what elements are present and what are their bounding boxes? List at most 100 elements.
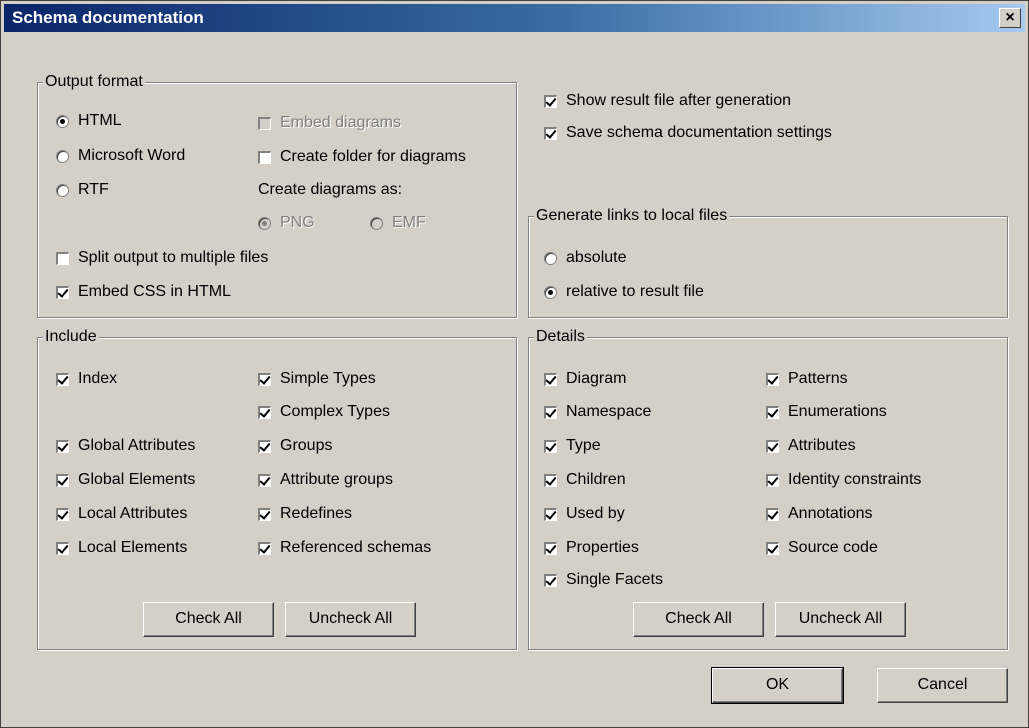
radio-png[interactable]: PNG (258, 213, 315, 233)
create-folder-label: Create folder for diagrams (280, 148, 466, 165)
create-folder-checkbox[interactable]: Create folder for diagrams (258, 147, 466, 167)
details-properties-checkbox[interactable]: Properties (544, 538, 639, 558)
radio-icon[interactable] (56, 183, 69, 197)
include-local-attributes-checkbox[interactable]: Local Attributes (56, 504, 187, 524)
details-namespace-checkbox[interactable]: Namespace (544, 402, 651, 422)
checkbox-icon[interactable] (56, 507, 69, 521)
include-uncheck-all-button[interactable]: Uncheck All (285, 602, 416, 637)
checkbox-icon[interactable] (544, 94, 557, 108)
ok-button[interactable]: OK (711, 667, 844, 704)
include-simple-types-checkbox[interactable]: Simple Types (258, 369, 376, 389)
checkbox-icon[interactable] (766, 405, 779, 419)
checkbox-icon[interactable] (56, 473, 69, 487)
radio-emf[interactable]: EMF (370, 213, 426, 233)
checkbox-icon[interactable] (766, 372, 779, 386)
details-type-label: Type (566, 437, 601, 454)
details-properties-label: Properties (566, 539, 639, 556)
checkbox-icon[interactable] (258, 473, 271, 487)
window-title: Schema documentation (12, 8, 204, 27)
checkbox-icon[interactable] (258, 116, 271, 130)
cancel-button[interactable]: Cancel (877, 668, 1008, 703)
checkbox-icon[interactable] (544, 372, 557, 386)
include-attribute-groups-checkbox[interactable]: Attribute groups (258, 470, 393, 490)
checkbox-icon[interactable] (56, 251, 69, 265)
include-referenced-schemas-label: Referenced schemas (280, 539, 432, 556)
details-source-code-checkbox[interactable]: Source code (766, 538, 878, 558)
checkbox-icon[interactable] (258, 439, 271, 453)
checkbox-icon[interactable] (258, 405, 271, 419)
include-global-attributes-label: Global Attributes (78, 437, 196, 454)
radio-icon[interactable] (56, 114, 69, 128)
radio-png-label: PNG (280, 214, 315, 231)
details-single-facets-checkbox[interactable]: Single Facets (544, 570, 663, 590)
radio-icon[interactable] (370, 216, 383, 230)
details-used-by-label: Used by (566, 505, 625, 522)
include-complex-types-checkbox[interactable]: Complex Types (258, 402, 390, 422)
dialog-window: Schema documentation × Output format HTM… (0, 0, 1029, 728)
checkbox-icon[interactable] (766, 541, 779, 555)
details-attributes-checkbox[interactable]: Attributes (766, 436, 856, 456)
include-redefines-checkbox[interactable]: Redefines (258, 504, 352, 524)
checkbox-icon[interactable] (258, 541, 271, 555)
details-check-all-button[interactable]: Check All (633, 602, 764, 637)
radio-html[interactable]: HTML (56, 111, 122, 131)
checkbox-icon[interactable] (766, 507, 779, 521)
details-type-checkbox[interactable]: Type (544, 436, 601, 456)
split-output-checkbox[interactable]: Split output to multiple files (56, 248, 268, 268)
details-diagram-checkbox[interactable]: Diagram (544, 369, 626, 389)
details-annotations-checkbox[interactable]: Annotations (766, 504, 873, 524)
checkbox-icon[interactable] (56, 285, 69, 299)
include-groups-checkbox[interactable]: Groups (258, 436, 332, 456)
checkbox-icon[interactable] (544, 439, 557, 453)
include-global-elements-label: Global Elements (78, 471, 196, 488)
checkbox-icon[interactable] (56, 439, 69, 453)
radio-emf-label: EMF (392, 214, 426, 231)
embed-diagrams-checkbox[interactable]: Embed diagrams (258, 113, 401, 133)
include-global-attributes-checkbox[interactable]: Global Attributes (56, 436, 195, 456)
checkbox-icon[interactable] (544, 507, 557, 521)
checkbox-icon[interactable] (258, 507, 271, 521)
details-children-checkbox[interactable]: Children (544, 470, 626, 490)
checkbox-icon[interactable] (766, 473, 779, 487)
checkbox-icon[interactable] (544, 405, 557, 419)
details-identity-constraints-checkbox[interactable]: Identity constraints (766, 470, 921, 490)
radio-rtf[interactable]: RTF (56, 180, 109, 200)
checkbox-icon[interactable] (544, 126, 557, 140)
close-icon[interactable]: × (999, 8, 1021, 28)
links-legend: Generate links to local files (534, 207, 730, 225)
include-groups-label: Groups (280, 437, 333, 454)
radio-icon[interactable] (56, 149, 69, 163)
details-annotations-label: Annotations (788, 505, 873, 522)
radio-icon[interactable] (544, 285, 557, 299)
include-referenced-schemas-checkbox[interactable]: Referenced schemas (258, 538, 431, 558)
checkbox-icon[interactable] (544, 541, 557, 555)
radio-relative[interactable]: relative to result file (544, 282, 704, 302)
checkbox-icon[interactable] (258, 372, 271, 386)
details-uncheck-all-button[interactable]: Uncheck All (775, 602, 906, 637)
radio-absolute[interactable]: absolute (544, 248, 627, 268)
include-check-all-button[interactable]: Check All (143, 602, 274, 637)
radio-word[interactable]: Microsoft Word (56, 146, 185, 166)
checkbox-icon[interactable] (56, 541, 69, 555)
save-settings-checkbox[interactable]: Save schema documentation settings (544, 123, 832, 143)
checkbox-icon[interactable] (258, 150, 271, 164)
include-global-elements-checkbox[interactable]: Global Elements (56, 470, 195, 490)
details-used-by-checkbox[interactable]: Used by (544, 504, 625, 524)
include-attribute-groups-label: Attribute groups (280, 471, 393, 488)
radio-icon[interactable] (544, 251, 557, 265)
checkbox-icon[interactable] (544, 473, 557, 487)
checkbox-icon[interactable] (544, 573, 557, 587)
radio-icon[interactable] (258, 216, 271, 230)
checkbox-icon[interactable] (56, 372, 69, 386)
include-index-label: Index (78, 370, 118, 387)
radio-absolute-label: absolute (566, 249, 627, 266)
details-patterns-label: Patterns (788, 370, 848, 387)
details-enumerations-checkbox[interactable]: Enumerations (766, 402, 887, 422)
include-local-elements-checkbox[interactable]: Local Elements (56, 538, 187, 558)
show-result-checkbox[interactable]: Show result file after generation (544, 91, 791, 111)
embed-css-checkbox[interactable]: Embed CSS in HTML (56, 282, 231, 302)
checkbox-icon[interactable] (766, 439, 779, 453)
include-index-checkbox[interactable]: Index (56, 369, 117, 389)
details-patterns-checkbox[interactable]: Patterns (766, 369, 848, 389)
include-redefines-label: Redefines (280, 505, 353, 522)
